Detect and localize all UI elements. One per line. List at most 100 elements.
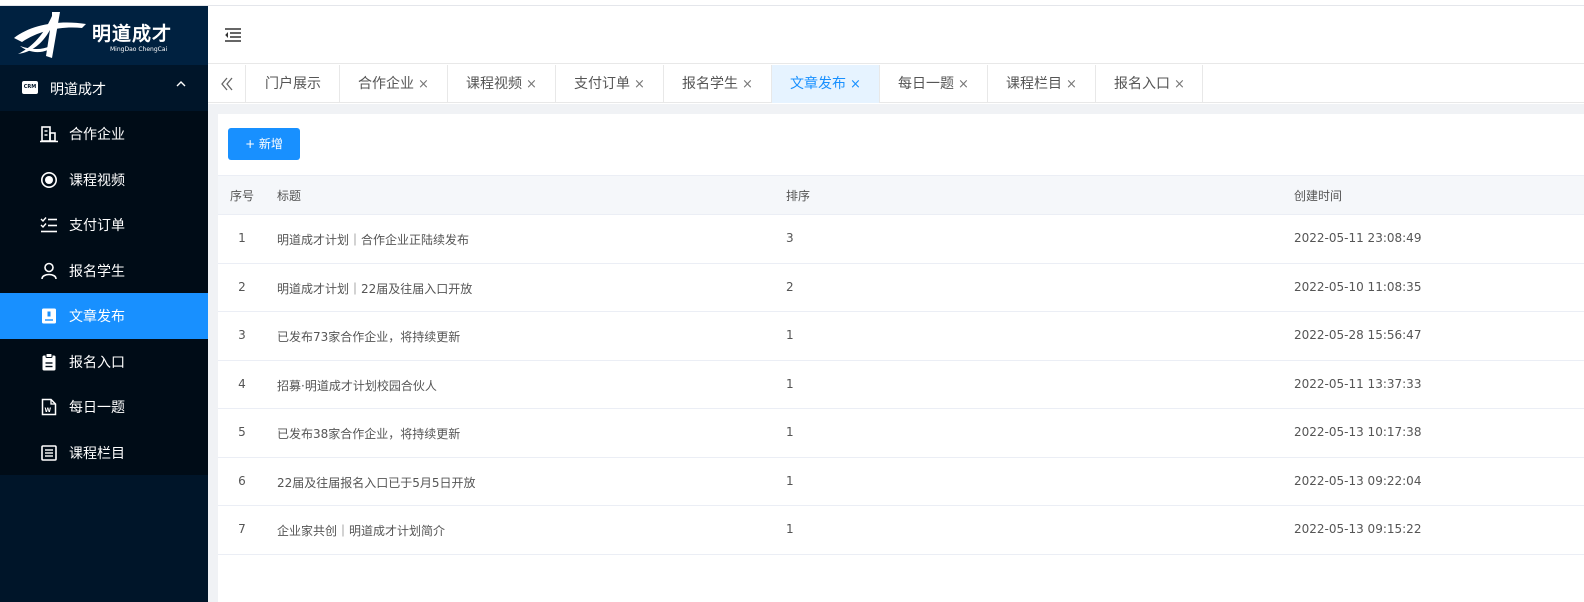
cell-title: 22届及往届报名入口已于5月5日开放: [277, 475, 476, 490]
sidebar-item-partner-companies[interactable]: 合作企业: [0, 111, 208, 157]
cell-index: 1: [238, 231, 246, 245]
cell-index: 3: [238, 328, 246, 342]
tab-label: 文章发布: [790, 76, 846, 92]
cell-created: 2022-05-11 23:08:49: [1294, 231, 1422, 245]
sidebar-item-enrolled-students[interactable]: 报名学生: [0, 248, 208, 294]
sidebar-item-payment-orders[interactable]: 支付订单: [0, 202, 208, 248]
top-border: [0, 0, 1584, 6]
cell-index: 7: [238, 522, 246, 536]
cell-index: 6: [238, 473, 246, 488]
sidebar-item-label: 报名入口: [69, 354, 125, 371]
cell-sort: 1: [786, 376, 794, 391]
sidebar-item-label: 支付订单: [69, 218, 125, 234]
close-icon[interactable]: ×: [418, 77, 429, 92]
crm-icon: CRM: [22, 81, 38, 94]
sidebar-item-label: 课程栏目: [69, 445, 125, 462]
checklist-icon: [40, 217, 57, 233]
add-button[interactable]: + 新增: [228, 128, 300, 160]
sidebar-item-label: 合作企业: [69, 127, 125, 143]
article-icon: [42, 308, 56, 324]
menu-fold-icon[interactable]: [224, 27, 242, 43]
close-icon[interactable]: ×: [634, 77, 645, 92]
table-header: 序号 标题 排序 创建时间: [218, 175, 1584, 215]
column-header-title: 标题: [277, 189, 302, 203]
table-row[interactable]: 7 企业家共创｜明道成才计划简介 1 2022-05-13 09:15:22: [218, 506, 1584, 555]
cell-title: 已发布38家合作企业，将持续更新: [277, 427, 461, 441]
cell-title: 已发布73家合作企业，将持续更新: [277, 330, 461, 344]
column-header-sort[interactable]: 排序: [786, 187, 810, 204]
tab-partner-companies[interactable]: 合作企业 ×: [340, 65, 448, 103]
sidebar-item-label: 课程视频: [69, 172, 125, 189]
tab-label: 每日一题: [898, 76, 954, 92]
tab-enrolled-students[interactable]: 报名学生 ×: [664, 65, 772, 103]
sidebar-item-course-videos[interactable]: 课程视频: [0, 157, 208, 203]
cell-created: 2022-05-13 09:15:22: [1294, 522, 1422, 536]
column-header-created[interactable]: 创建时间: [1294, 187, 1342, 204]
tab-course-videos[interactable]: 课程视频 ×: [448, 65, 556, 103]
chevron-up-icon: [176, 77, 186, 93]
tab-daily-question[interactable]: 每日一题 ×: [880, 65, 988, 103]
list-icon: [41, 444, 57, 461]
cell-index: 5: [238, 425, 246, 439]
close-icon[interactable]: ×: [742, 77, 753, 92]
sidebar-item-label: 文章发布: [69, 309, 125, 325]
close-icon[interactable]: ×: [1174, 77, 1185, 92]
svg-text:W: W: [45, 407, 52, 414]
brand-title: 明道成才: [92, 23, 173, 45]
scroll-left-icon[interactable]: [208, 65, 246, 103]
building-icon: [40, 126, 58, 143]
close-icon[interactable]: ×: [850, 77, 861, 92]
table-row[interactable]: 1 明道成才计划｜合作企业正陆续发布 3 2022-05-11 23:08:49: [218, 215, 1584, 264]
cell-title: 明道成才计划｜合作企业正陆续发布: [277, 233, 470, 247]
sidebar: 明道成才 MingDao ChengCai CRM 明道成才 合作企业 课程视频…: [0, 6, 208, 602]
menu-group-mingdao[interactable]: CRM 明道成才: [0, 65, 208, 111]
tab-article-publish[interactable]: 文章发布 ×: [772, 65, 880, 103]
cell-created: 2022-05-11 13:37:33: [1294, 376, 1422, 391]
table-row[interactable]: 3 已发布73家合作企业，将持续更新 1 2022-05-28 15:56:47: [218, 312, 1584, 361]
sidebar-item-registration-entry[interactable]: 报名入口: [0, 339, 208, 385]
tab-label: 报名入口: [1114, 76, 1170, 92]
logo[interactable]: 明道成才 MingDao ChengCai: [0, 6, 208, 65]
sidebar-item-daily-question[interactable]: W 每日一题: [0, 384, 208, 430]
sidebar-item-article-publish[interactable]: 文章发布: [0, 293, 208, 339]
cell-index: 4: [238, 376, 246, 391]
tab-label: 门户展示: [265, 76, 321, 92]
table-row[interactable]: 4 招募·明道成才计划校园合伙人 1 2022-05-11 13:37:33: [218, 361, 1584, 409]
cell-sort: 1: [786, 522, 794, 536]
menu-group-label: 明道成才: [50, 82, 106, 98]
tab-label: 课程视频: [466, 76, 522, 92]
cell-created: 2022-05-10 11:08:35: [1294, 279, 1422, 294]
cell-sort: 1: [786, 328, 794, 342]
tab-payment-orders[interactable]: 支付订单 ×: [556, 65, 664, 103]
record-icon: [41, 171, 57, 188]
close-icon[interactable]: ×: [958, 77, 969, 92]
tab-bar: 门户展示 合作企业 × 课程视频 × 支付订单 × 报名学生 × 文章发布 × 每日一题 ×…: [208, 65, 1584, 103]
cell-sort: 1: [786, 473, 794, 488]
user-icon: [41, 262, 57, 279]
cell-title: 招募·明道成才计划校园合伙人: [277, 378, 437, 393]
tab-portal-display[interactable]: 门户展示: [247, 65, 340, 103]
tab-label: 合作企业: [358, 76, 414, 92]
tab-course-columns[interactable]: 课程栏目 ×: [988, 65, 1096, 103]
cell-sort: 2: [786, 279, 794, 294]
cell-created: 2022-05-28 15:56:47: [1294, 328, 1422, 342]
close-icon[interactable]: ×: [526, 77, 537, 92]
table-row[interactable]: 6 22届及往届报名入口已于5月5日开放 1 2022-05-13 09:22:…: [218, 458, 1584, 506]
submenu: 合作企业 课程视频 支付订单 报名学生 文章发布 报名入口 W 每日一题 课程栏…: [0, 111, 208, 475]
cell-sort: 3: [786, 231, 794, 245]
sidebar-item-label: 每日一题: [69, 400, 125, 416]
table-row[interactable]: 2 明道成才计划｜22届及往届入口开放 2 2022-05-10 11:08:3…: [218, 264, 1584, 312]
clipboard-icon: [42, 352, 56, 370]
cell-index: 2: [238, 279, 246, 294]
cell-title: 明道成才计划｜22届及往届入口开放: [277, 281, 473, 296]
cell-sort: 1: [786, 425, 794, 439]
table-row[interactable]: 5 已发布38家合作企业，将持续更新 1 2022-05-13 10:17:38: [218, 409, 1584, 458]
cell-created: 2022-05-13 09:22:04: [1294, 473, 1422, 488]
word-doc-icon: W: [41, 398, 57, 416]
sidebar-item-course-columns[interactable]: 课程栏目: [0, 430, 208, 476]
close-icon[interactable]: ×: [1066, 77, 1077, 92]
tab-label: 支付订单: [574, 76, 630, 92]
brand-logo-icon: [14, 12, 86, 58]
cell-created: 2022-05-13 10:17:38: [1294, 425, 1422, 439]
tab-registration-entry[interactable]: 报名入口 ×: [1096, 65, 1203, 103]
